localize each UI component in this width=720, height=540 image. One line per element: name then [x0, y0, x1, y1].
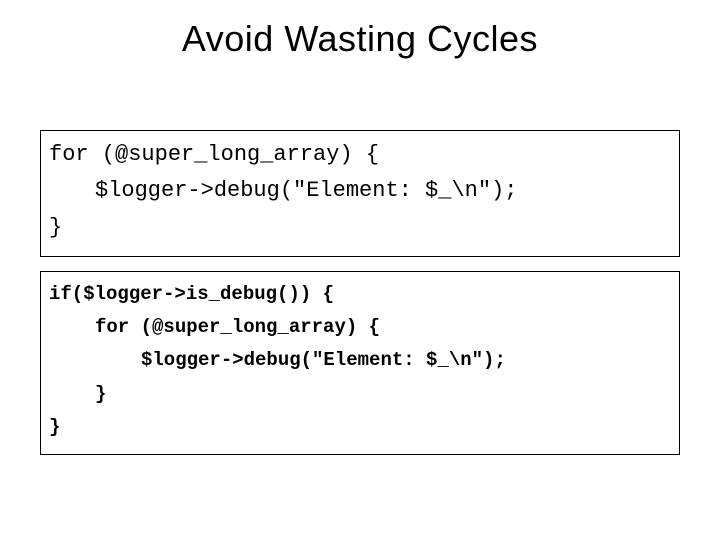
code-line: }	[49, 210, 671, 246]
code-line: $logger->debug("Element: $_\n");	[49, 344, 671, 377]
code-line: }	[49, 378, 671, 411]
slide: Avoid Wasting Cycles for (@super_long_ar…	[0, 0, 720, 540]
code-box-bad: for (@super_long_array) { $logger->debug…	[40, 130, 680, 257]
code-line: for (@super_long_array) {	[49, 137, 671, 173]
code-box-good: if($logger->is_debug()) { for (@super_lo…	[40, 271, 680, 455]
code-line: if($logger->is_debug()) {	[49, 278, 671, 311]
code-line: $logger->debug("Element: $_\n");	[49, 173, 671, 209]
slide-title: Avoid Wasting Cycles	[0, 0, 720, 60]
code-line: }	[49, 411, 671, 444]
code-line: for (@super_long_array) {	[49, 311, 671, 344]
